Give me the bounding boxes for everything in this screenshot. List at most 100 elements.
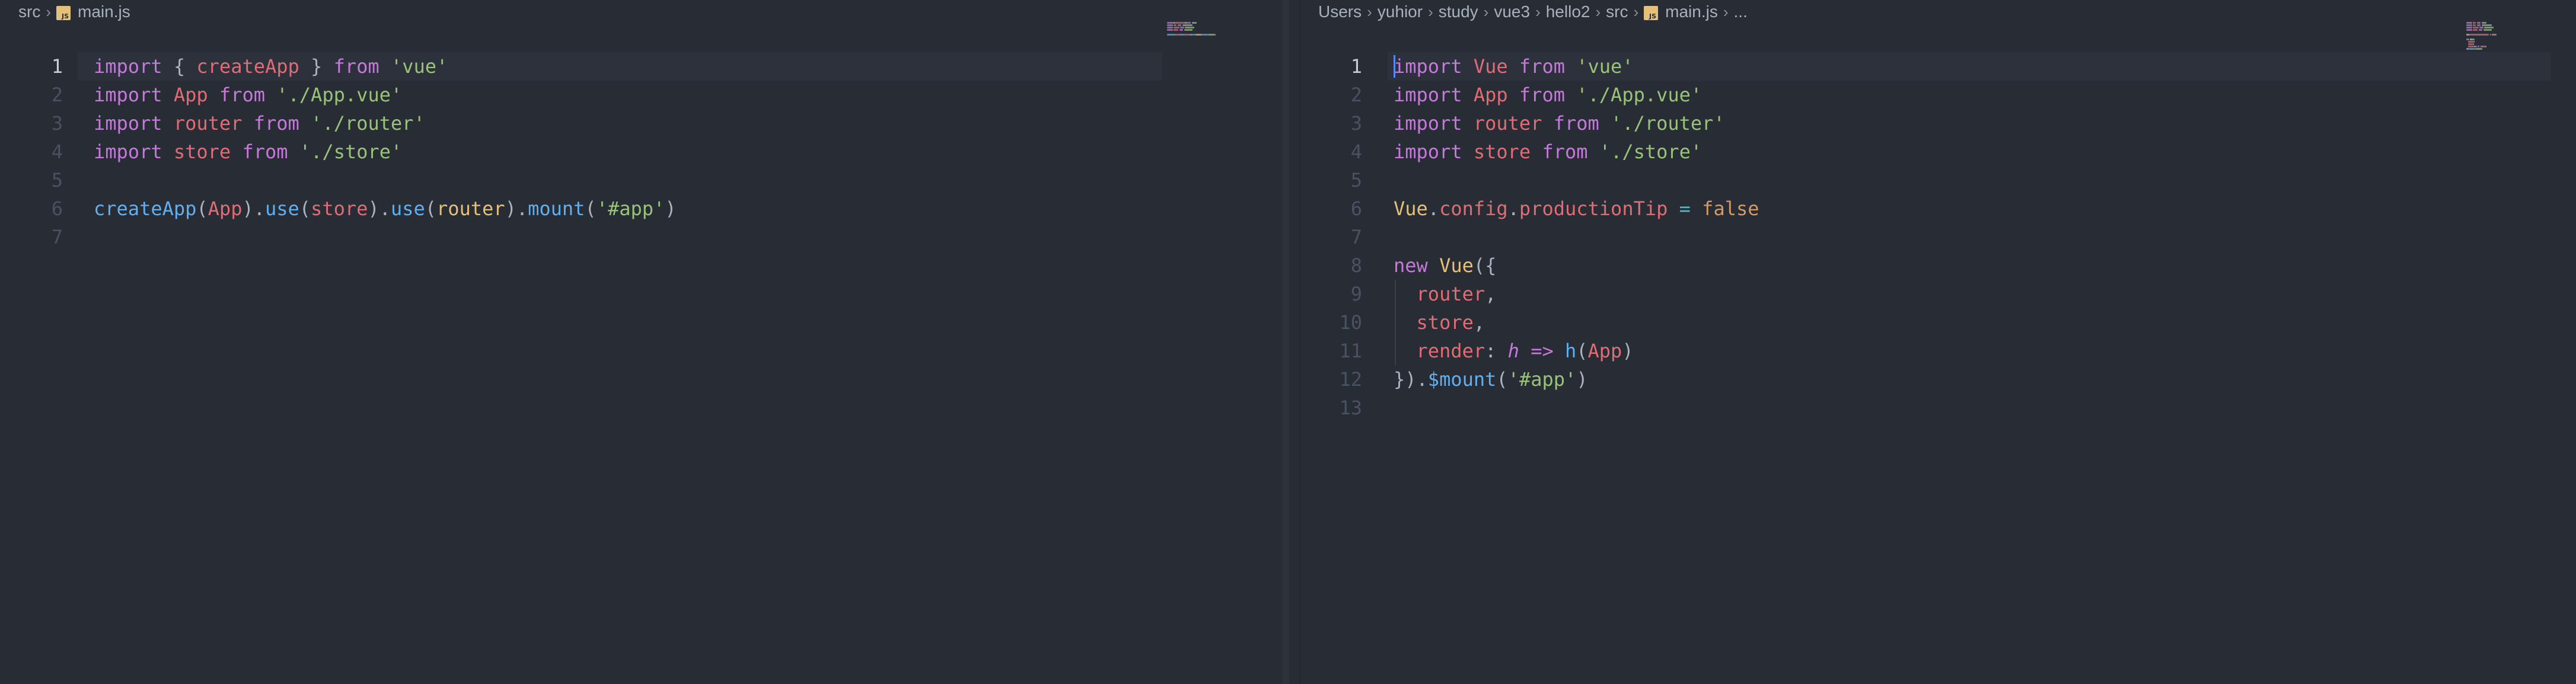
minimap-token xyxy=(2479,27,2483,28)
line-number: 2 xyxy=(51,84,63,106)
code-line[interactable]: 2 import App from './App.vue' xyxy=(1300,81,2576,109)
line-number: 12 xyxy=(1339,368,1362,391)
code-editor[interactable]: 1 import Vue from 'vue' 2 import App from '… xyxy=(1300,52,2576,422)
code-line[interactable]: 10 store, xyxy=(1300,308,2576,337)
breadcrumb-item[interactable]: Users xyxy=(1318,2,1362,21)
minimap-token xyxy=(1175,22,1184,24)
code-line[interactable]: 7 xyxy=(0,223,1282,251)
line-number: 4 xyxy=(1350,140,1362,163)
code-token: store xyxy=(311,197,368,220)
code-token: } xyxy=(299,55,334,78)
breadcrumb-item[interactable]: ... xyxy=(1734,2,1748,21)
code-line[interactable]: 9 router, xyxy=(1300,280,2576,308)
breadcrumb-item[interactable]: src xyxy=(1606,2,1628,21)
minimap-token xyxy=(1167,22,1173,24)
minimap-token xyxy=(1195,34,1201,36)
code-line[interactable]: 6 Vue.config.productionTip = false xyxy=(1300,194,2576,223)
editor-pane-left[interactable]: src › JS main.js 1 import { createApp } from… xyxy=(0,0,1282,684)
minimap-token xyxy=(1203,34,1208,36)
breadcrumb-item[interactable]: main.js xyxy=(1665,2,1718,21)
code-token: = xyxy=(1679,197,1691,220)
code-token: from xyxy=(1519,84,1565,106)
code-token: store xyxy=(173,140,231,163)
code-line[interactable]: 7 xyxy=(1300,223,2576,251)
code-line[interactable]: 5 xyxy=(1300,166,2576,194)
code-line[interactable]: 4 import store from './store' xyxy=(0,138,1282,166)
chevron-right-icon: › xyxy=(46,2,51,21)
code-token: ) xyxy=(1576,368,1588,391)
js-file-icon: JS xyxy=(1644,5,1659,20)
code-token: Vue xyxy=(1394,197,1428,220)
code-line[interactable]: 13 xyxy=(1300,394,2576,422)
minimap-token xyxy=(1179,29,1184,31)
minimap-token xyxy=(1180,27,1184,28)
chevron-right-icon: › xyxy=(1595,2,1601,21)
js-file-icon: JS xyxy=(56,5,71,20)
editor-pane-right[interactable]: Users › yuhior › study › vue3 › hello2 › src › JS mai… xyxy=(1300,0,2576,684)
minimap-token xyxy=(1209,34,1214,36)
breadcrumb-item[interactable]: hello2 xyxy=(1546,2,1590,21)
code-line[interactable]: 11 render: h => h(App) xyxy=(1300,337,2576,365)
breadcrumb-item[interactable]: main.js xyxy=(78,2,130,21)
breadcrumb-item[interactable]: yuhior xyxy=(1378,2,1423,21)
code-line[interactable]: 1 import { createApp } from 'vue' xyxy=(0,52,1282,81)
line-number: 4 xyxy=(51,140,63,163)
code-text: }).$mount('#app') xyxy=(1394,365,1588,394)
code-editor[interactable]: 1 import { createApp } from 'vue' 2 import … xyxy=(0,52,1282,251)
code-token: : xyxy=(1485,340,1508,362)
minimap-token xyxy=(2473,39,2475,40)
svg-text:JS: JS xyxy=(61,12,69,20)
line-number: 1 xyxy=(1350,55,1362,78)
code-line[interactable]: 3 import router from './router' xyxy=(1300,109,2576,138)
minimap-token xyxy=(2473,43,2474,45)
code-token: ( xyxy=(1576,340,1588,362)
minimap-token xyxy=(2468,46,2474,47)
code-token: from xyxy=(333,55,380,78)
chevron-right-icon: › xyxy=(1723,2,1729,21)
minimap-token xyxy=(2466,39,2469,40)
code-token: { xyxy=(162,55,197,78)
code-line[interactable]: 12 }).$mount('#app') xyxy=(1300,365,2576,394)
code-token: './App.vue' xyxy=(276,84,403,106)
code-token: ). xyxy=(505,197,528,220)
code-line[interactable]: 3 import router from './router' xyxy=(0,109,1282,138)
vertical-scrollbar[interactable] xyxy=(1282,0,1289,684)
minimap-token xyxy=(2481,24,2492,26)
minimap-token xyxy=(2466,24,2472,26)
breadcrumb-item[interactable]: study xyxy=(1439,2,1478,21)
code-line[interactable]: 8 new Vue({ xyxy=(1300,251,2576,280)
minimap-token xyxy=(2490,34,2491,36)
breadcrumb-item[interactable]: vue3 xyxy=(1494,2,1530,21)
minimap[interactable] xyxy=(2466,22,2537,57)
code-text: import router from './router' xyxy=(1394,109,1725,138)
code-token: h xyxy=(1507,340,1519,362)
line-number: 11 xyxy=(1339,340,1362,362)
code-token: createApp xyxy=(196,55,299,78)
minimap-token xyxy=(2469,48,2475,50)
code-text: import { createApp } from 'vue' xyxy=(94,52,448,81)
minimap-token xyxy=(2478,46,2480,47)
code-line[interactable]: 1 import Vue from 'vue' xyxy=(1300,52,2576,81)
code-token: 'vue' xyxy=(390,55,448,78)
breadcrumb-item[interactable]: src xyxy=(18,2,40,21)
code-token: './store' xyxy=(299,140,403,163)
code-text: createApp(App).use(store).use(router).mo… xyxy=(94,194,677,223)
code-line[interactable]: 4 import store from './store' xyxy=(1300,138,2576,166)
code-line[interactable]: 6 createApp(App).use(store).use(router).m… xyxy=(0,194,1282,223)
code-line[interactable]: 2 import App from './App.vue' xyxy=(0,81,1282,109)
code-line[interactable]: 5 xyxy=(0,166,1282,194)
code-text: import Vue from 'vue' xyxy=(1394,52,1634,81)
text-cursor xyxy=(1394,55,1395,78)
code-token: ( xyxy=(585,197,597,220)
minimap[interactable] xyxy=(1167,22,1238,57)
minimap-token xyxy=(2492,34,2497,36)
minimap-token xyxy=(2478,29,2483,31)
code-token: use xyxy=(264,197,299,220)
